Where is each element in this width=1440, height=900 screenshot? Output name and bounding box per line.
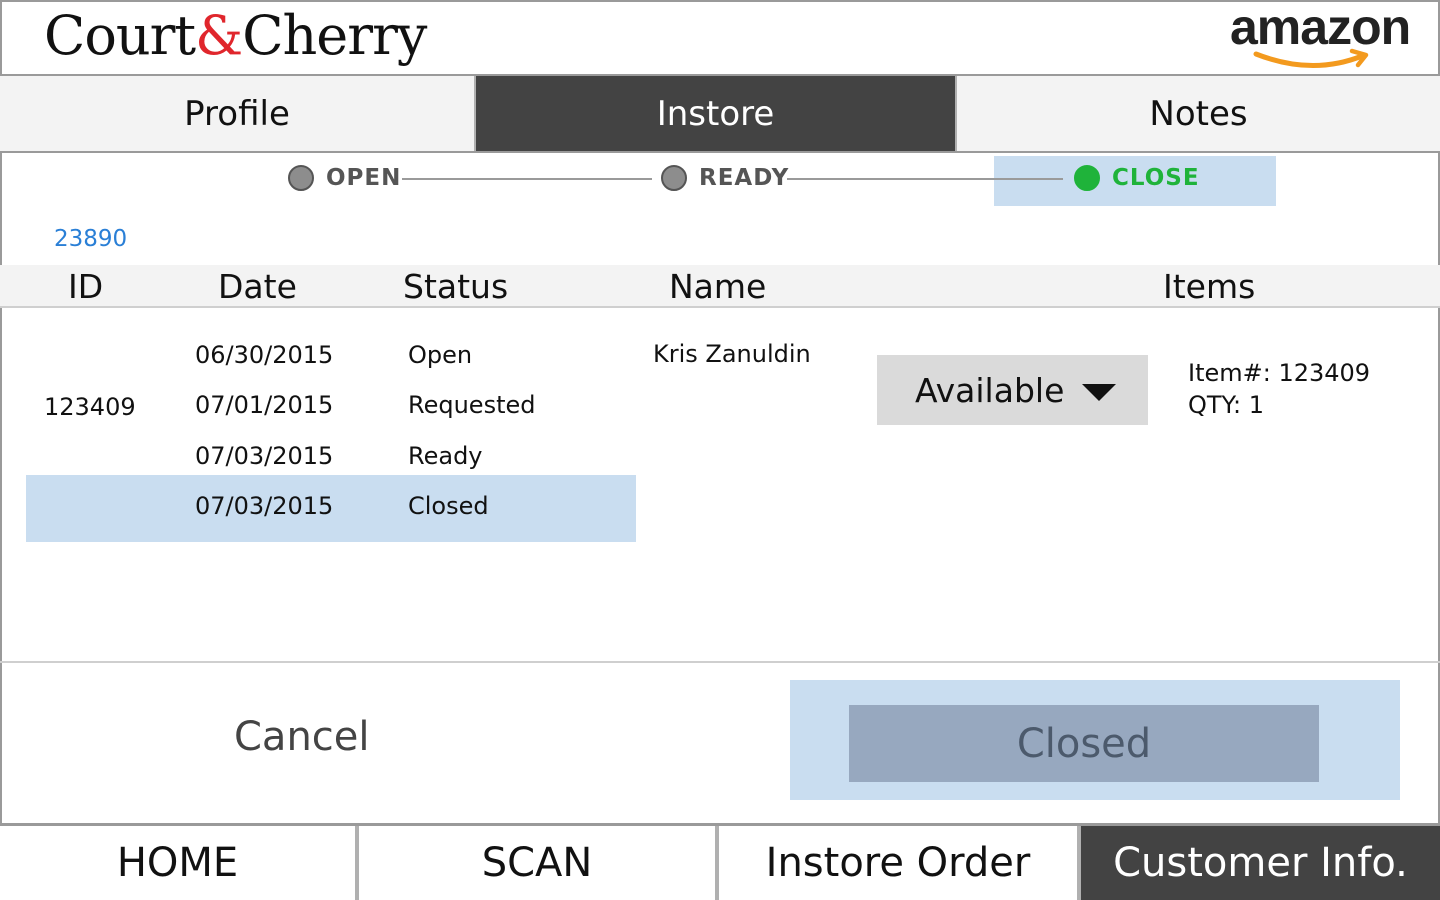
history-status: Requested (408, 391, 536, 419)
nav-scan[interactable]: SCAN (359, 826, 719, 900)
brand-logo: Court&Cherry (44, 4, 427, 67)
column-header-status: Status (403, 267, 509, 306)
nav-customer-info[interactable]: Customer Info. (1081, 826, 1440, 900)
app-header: Court&Cherry amazon (0, 0, 1440, 76)
tab-profile[interactable]: Profile (0, 76, 476, 151)
step-ready: READY (661, 165, 789, 191)
brand-name-first: Court (44, 4, 196, 67)
column-header-name: Name (669, 267, 767, 306)
availability-dropdown[interactable]: Available (877, 355, 1148, 425)
history-status: Open (408, 341, 473, 369)
customer-name: Kris Zanuldin (653, 340, 811, 368)
section-divider (0, 661, 1440, 663)
tab-instore[interactable]: Instore (476, 76, 957, 151)
status-progress: OPEN READY CLOSE (0, 153, 1440, 213)
order-number-link[interactable]: 23890 (54, 226, 127, 252)
history-date: 07/03/2015 (195, 442, 334, 470)
history-status: Ready (408, 442, 483, 470)
progress-connector (787, 178, 1063, 180)
table-header: ID Date Status Name Items (0, 265, 1440, 308)
caret-down-icon (1082, 384, 1116, 401)
step-open: OPEN (288, 165, 401, 191)
step-label: READY (699, 165, 790, 191)
item-number: Item#: 123409 (1188, 359, 1371, 387)
amazon-logo: amazon (1222, 0, 1422, 72)
primary-action-highlight: Closed (790, 680, 1400, 800)
tab-bar: Profile Instore Notes (0, 76, 1440, 153)
bottom-nav: HOME SCAN Instore Order Customer Info. (0, 823, 1440, 900)
step-close: CLOSE (1074, 165, 1200, 191)
item-qty: QTY: 1 (1188, 391, 1265, 419)
brand-ampersand: & (195, 4, 243, 67)
item-details: Item#: 123409 QTY: 1 (1188, 357, 1370, 421)
column-header-date: Date (218, 267, 297, 306)
history-status: Closed (408, 492, 489, 520)
step-dot-icon (288, 165, 314, 191)
cancel-button[interactable]: Cancel (234, 714, 370, 760)
history-date: 07/03/2015 (195, 492, 334, 520)
step-label: OPEN (326, 165, 402, 191)
step-dot-icon (661, 165, 687, 191)
step-label: CLOSE (1112, 165, 1200, 191)
nav-instore-order[interactable]: Instore Order (719, 826, 1081, 900)
order-id: 123409 (44, 393, 136, 421)
tab-notes[interactable]: Notes (957, 76, 1440, 151)
history-date: 06/30/2015 (195, 341, 334, 369)
column-header-items: Items (1163, 267, 1256, 306)
amazon-smile-icon (1253, 48, 1369, 69)
brand-name-second: Cherry (242, 4, 427, 67)
closed-button[interactable]: Closed (849, 705, 1319, 782)
column-header-id: ID (68, 267, 104, 306)
step-dot-icon (1074, 165, 1100, 191)
progress-connector (402, 178, 652, 180)
nav-home[interactable]: HOME (0, 826, 359, 900)
availability-value: Available (915, 370, 1065, 410)
history-date: 07/01/2015 (195, 391, 334, 419)
